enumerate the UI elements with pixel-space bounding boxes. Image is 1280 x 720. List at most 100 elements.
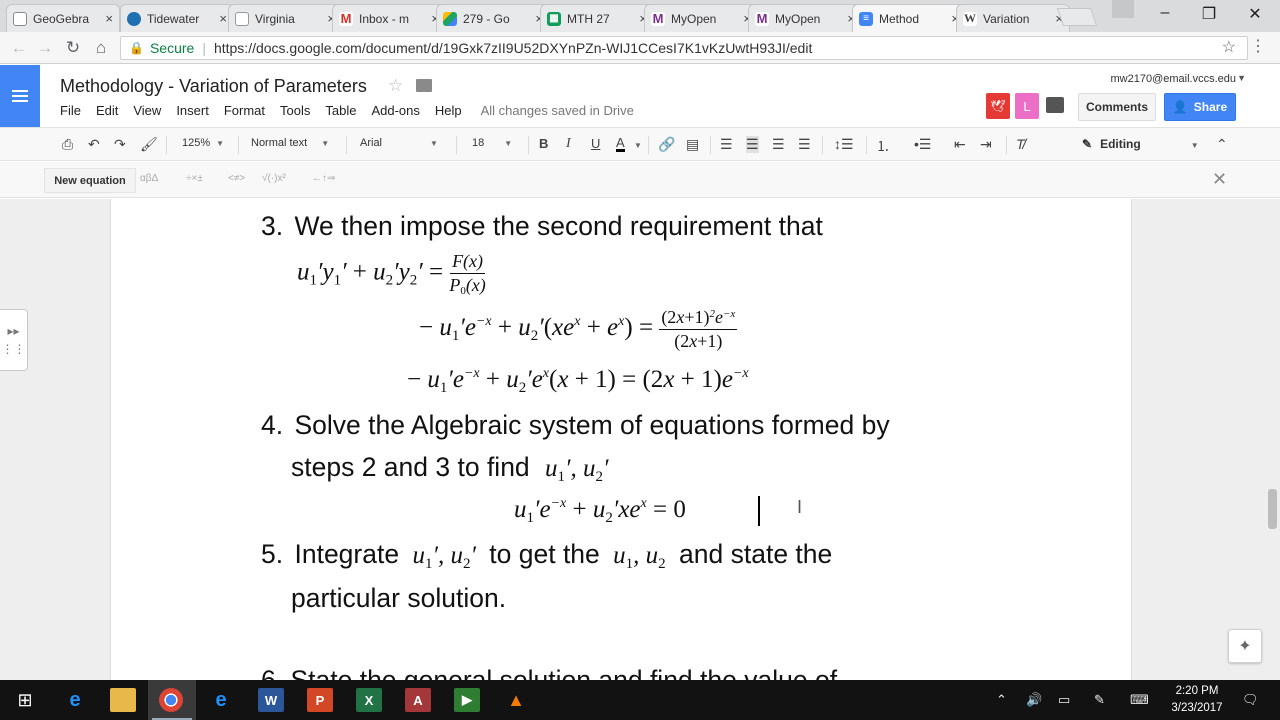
- inline-equation[interactable]: u1′, u2′: [545, 455, 608, 485]
- underline-button[interactable]: U: [591, 136, 600, 151]
- close-tab-icon[interactable]: ×: [219, 11, 227, 26]
- paint-format-icon[interactable]: 🖌: [140, 136, 158, 153]
- chat-icon[interactable]: [1046, 97, 1064, 113]
- back-icon[interactable]: ←: [8, 38, 30, 58]
- bold-button[interactable]: B: [539, 136, 548, 151]
- show-hidden-icons[interactable]: ⌃: [996, 692, 1007, 708]
- document-page[interactable]: 3. We then impose the second requirement…: [110, 199, 1132, 680]
- minimize-icon[interactable]: –: [1150, 4, 1180, 22]
- star-icon[interactable]: ☆: [388, 76, 403, 96]
- style-select[interactable]: Normal text ▼: [251, 137, 329, 149]
- align-left-icon[interactable]: ☰: [720, 136, 733, 153]
- redo-icon[interactable]: ↷: [114, 136, 126, 153]
- document-title[interactable]: Methodology - Variation of Parameters: [60, 76, 367, 97]
- menu-insert[interactable]: Insert: [176, 103, 209, 118]
- keyboard-icon[interactable]: ⌨: [1130, 692, 1149, 708]
- bookmark-star-icon[interactable]: ☆: [1222, 37, 1236, 57]
- align-right-icon[interactable]: ☰: [772, 136, 785, 153]
- pen-icon[interactable]: ✎: [1094, 692, 1105, 708]
- italic-button[interactable]: I: [566, 136, 571, 152]
- docs-home-icon[interactable]: [0, 65, 40, 127]
- browser-tab[interactable]: M MyOpen ×: [644, 4, 758, 32]
- increase-indent-icon[interactable]: ⇥: [980, 136, 992, 153]
- folder-icon[interactable]: [416, 79, 432, 92]
- browser-tab[interactable]: Tidewater ×: [120, 4, 234, 32]
- file-explorer-icon[interactable]: [110, 688, 136, 712]
- print-icon[interactable]: ⎙: [62, 136, 73, 153]
- media-player-icon[interactable]: ▶: [454, 688, 480, 712]
- equation[interactable]: u1′e−x + u2′xex = 0: [514, 496, 686, 527]
- home-icon[interactable]: ⌂: [90, 38, 112, 58]
- menu-addons[interactable]: Add-ons: [371, 103, 419, 118]
- align-center-icon[interactable]: ☰: [746, 136, 759, 153]
- browser-tab-active[interactable]: ≡ Method ×: [852, 4, 966, 32]
- inline-equation[interactable]: u1′, u2′: [412, 542, 475, 572]
- close-icon[interactable]: ✕: [1212, 169, 1227, 190]
- arrows-menu[interactable]: ←↑⇒: [312, 173, 335, 184]
- inline-equation[interactable]: u1, u2: [613, 542, 666, 572]
- equation[interactable]: u1′y1′ + u2′y2′ = F(x) P0(x): [297, 251, 486, 297]
- comments-button[interactable]: Comments: [1078, 93, 1156, 121]
- scrollbar-thumb[interactable]: [1268, 489, 1277, 529]
- bulleted-list-icon[interactable]: •☰: [914, 136, 931, 153]
- relations-menu[interactable]: <≠>: [228, 173, 245, 184]
- browser-tab[interactable]: M MyOpen ×: [748, 4, 862, 32]
- menu-view[interactable]: View: [133, 103, 161, 118]
- browser-tab[interactable]: M Inbox - m ×: [332, 4, 446, 32]
- windows-start-icon[interactable]: ⊞: [12, 688, 38, 712]
- editing-mode-select[interactable]: ✎ Editing ▼: [1082, 137, 1199, 151]
- browser-tab[interactable]: ▦ MTH 27 ×: [540, 4, 654, 32]
- browser-tab[interactable]: Virginia ×: [228, 4, 342, 32]
- greek-letters-menu[interactable]: αβΔ: [140, 173, 158, 184]
- profile-icon[interactable]: [1112, 0, 1134, 18]
- restore-icon[interactable]: ❐: [1194, 4, 1224, 24]
- new-equation-button[interactable]: New equation: [44, 168, 136, 193]
- save-status[interactable]: All changes saved in Drive: [481, 103, 634, 118]
- word-icon[interactable]: W: [258, 688, 284, 712]
- menu-edit[interactable]: Edit: [96, 103, 118, 118]
- outline-toggle[interactable]: ▸▸ ⋮⋮: [0, 309, 28, 371]
- account-email[interactable]: mw2170@email.vccs.edu: [1111, 73, 1237, 85]
- chevron-down-icon[interactable]: ▼: [634, 141, 642, 150]
- chrome-icon[interactable]: [159, 688, 183, 712]
- access-icon[interactable]: A: [405, 688, 431, 712]
- justify-icon[interactable]: ☰: [798, 136, 811, 153]
- link-icon[interactable]: 🔗: [658, 136, 675, 153]
- network-icon[interactable]: ▭: [1058, 692, 1070, 708]
- text-color-button[interactable]: A: [616, 136, 625, 152]
- undo-icon[interactable]: ↶: [88, 136, 100, 153]
- menu-format[interactable]: Format: [224, 103, 265, 118]
- zoom-select[interactable]: 125% ▼: [182, 137, 224, 149]
- window-close-icon[interactable]: ✕: [1240, 4, 1270, 24]
- equation[interactable]: − u1′e−x + u2′(xex + ex) = (2x+1)2e−x (2x…: [419, 307, 738, 352]
- menu-table[interactable]: Table: [325, 103, 356, 118]
- collapse-toolbar-icon[interactable]: ⌃: [1216, 136, 1228, 153]
- font-size-select[interactable]: 18 ▼: [472, 137, 512, 149]
- system-clock[interactable]: 2:20 PM 3/23/2017: [1166, 683, 1228, 717]
- excel-icon[interactable]: X: [356, 688, 382, 712]
- internet-explorer-icon[interactable]: e: [208, 688, 234, 712]
- volume-icon[interactable]: 🔊: [1026, 692, 1042, 708]
- menu-tools[interactable]: Tools: [280, 103, 310, 118]
- url-field[interactable]: 🔒 Secure | https://docs.google.com/docum…: [120, 36, 1248, 60]
- explore-icon[interactable]: ✦: [1228, 629, 1262, 663]
- numbered-list-icon[interactable]: ⒈: [876, 136, 890, 156]
- chevron-down-icon[interactable]: ▼: [1237, 73, 1246, 83]
- menu-help[interactable]: Help: [435, 103, 462, 118]
- comment-icon[interactable]: ▤: [686, 136, 699, 153]
- edge-icon[interactable]: e: [62, 688, 88, 712]
- vlc-icon[interactable]: ▲: [503, 688, 529, 712]
- clear-formatting-icon[interactable]: T̸: [1016, 136, 1025, 152]
- browser-tab[interactable]: GeoGebra ×: [6, 4, 120, 32]
- share-button[interactable]: 👤 Share: [1164, 93, 1236, 121]
- equation[interactable]: − u1′e−x + u2′ex(x + 1) = (2x + 1)e−x: [407, 366, 749, 397]
- font-select[interactable]: Arial ▼: [360, 137, 438, 149]
- powerpoint-icon[interactable]: P: [307, 688, 333, 712]
- decrease-indent-icon[interactable]: ⇤: [954, 136, 966, 153]
- menu-file[interactable]: File: [60, 103, 81, 118]
- math-operations-menu[interactable]: √(·)x²: [262, 173, 286, 184]
- chrome-menu-icon[interactable]: ⋮: [1250, 36, 1266, 56]
- reload-icon[interactable]: ↻: [62, 38, 84, 58]
- line-spacing-icon[interactable]: ↕☰: [834, 136, 854, 153]
- forward-icon[interactable]: →: [34, 38, 56, 58]
